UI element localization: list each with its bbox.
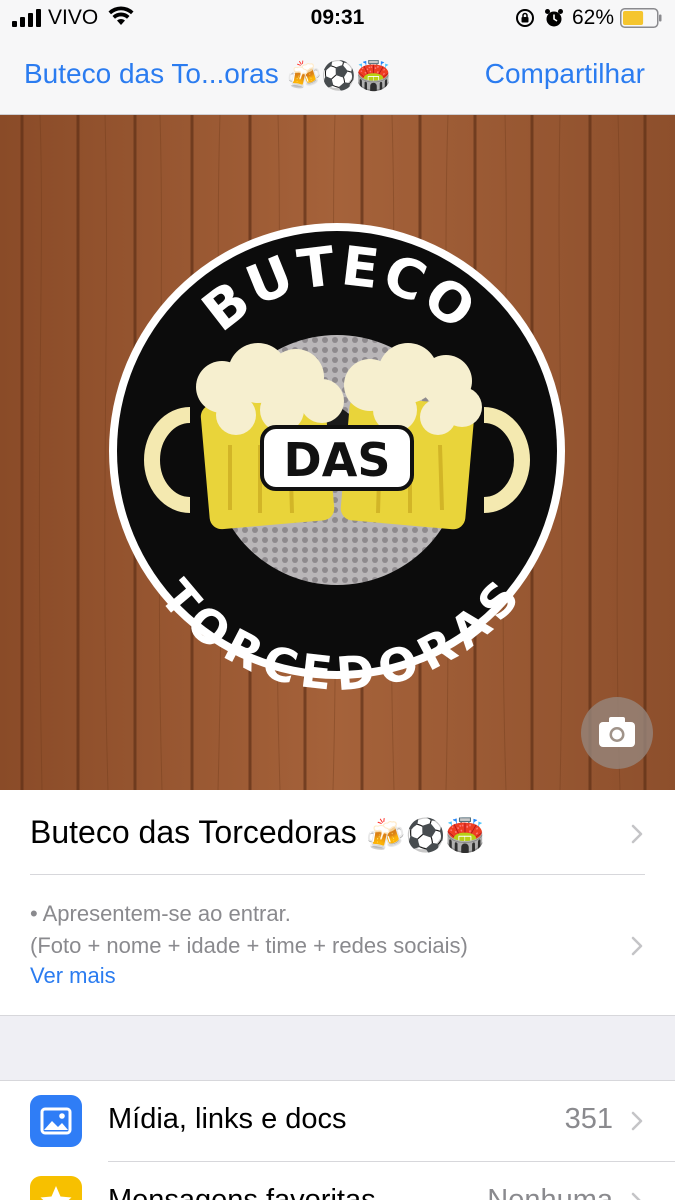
nav-title-emojis: 🍻⚽🏟️ [286,60,392,92]
battery-icon [620,8,662,28]
chevron-right-icon [631,1111,643,1131]
battery-percent: 62% [572,6,615,29]
chevron-right-icon [631,936,643,956]
starred-messages-label: Mensagens favoritas [108,1184,376,1200]
rotation-lock-icon [516,9,534,27]
media-count: 351 [564,1103,613,1135]
divider [30,874,645,875]
nav-title-text: Buteco das To...oras [24,58,279,89]
group-description[interactable]: • Apresentem-se ao entrar. (Foto + nome … [30,898,468,962]
camera-icon [599,717,635,747]
media-links-docs-row[interactable]: Mídia, links e docs 351 [0,1081,675,1162]
chevron-right-icon [631,824,643,844]
star-icon [30,1176,82,1200]
options-list: Mídia, links e docs 351 Mensagens favori… [0,1080,675,1200]
group-name[interactable]: Buteco das Torcedoras 🍻⚽🏟️ [30,814,485,854]
back-button-group-title[interactable]: Buteco das To...oras 🍻⚽🏟️ [24,58,391,92]
alarm-icon [545,9,563,27]
status-bar: VIVO 09:31 62% [0,0,675,38]
group-info-section: Buteco das Torcedoras 🍻⚽🏟️ • Apresentem-… [0,790,675,1016]
logo-middle-text: DAS [284,433,391,487]
see-more-link[interactable]: Ver mais [30,963,116,989]
starred-count: Nenhuma [487,1184,613,1200]
photo-icon [30,1095,82,1147]
change-photo-button[interactable] [581,697,653,769]
nav-bar: Buteco das To...oras 🍻⚽🏟️ Compartilhar [0,38,675,115]
chevron-right-icon [631,1192,641,1200]
starred-messages-row[interactable]: Mensagens favoritas Nenhuma [0,1162,675,1200]
share-button[interactable]: Compartilhar [485,58,645,90]
description-line-2: (Foto + nome + idade + time + redes soci… [30,933,468,958]
description-line-1: • Apresentem-se ao entrar. [30,901,291,926]
media-links-docs-label: Mídia, links e docs [108,1103,347,1135]
group-name-text: Buteco das Torcedoras [30,814,357,850]
group-name-emojis: 🍻⚽🏟️ [365,816,486,853]
group-logo-image: DAS BUTECO TORCEDORAS [0,115,675,790]
group-photo[interactable]: DAS BUTECO TORCEDORAS [0,115,675,790]
